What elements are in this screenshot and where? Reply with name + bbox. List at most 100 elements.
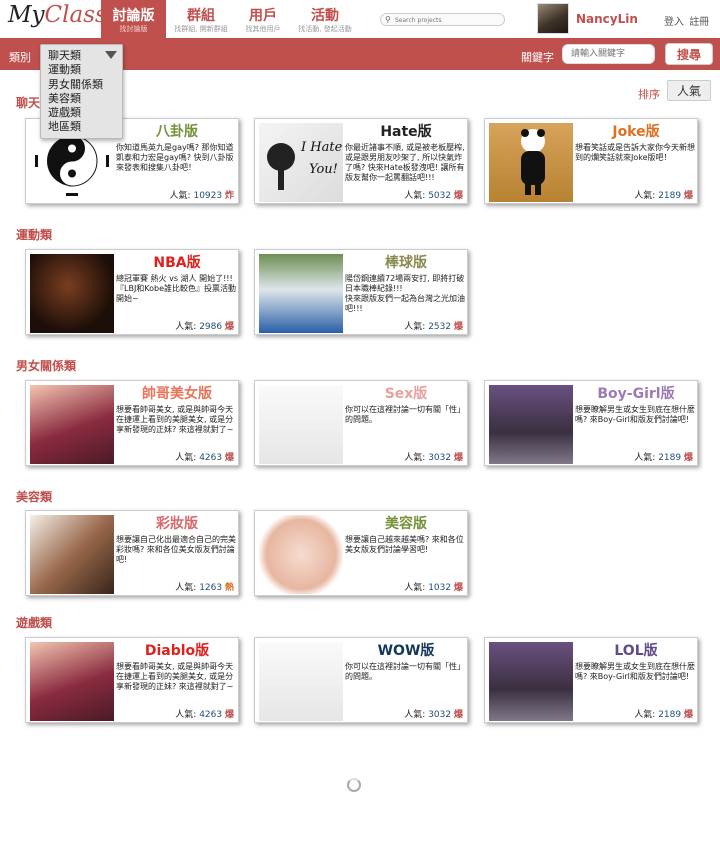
logo[interactable]: MyClass <box>8 2 107 28</box>
register-link[interactable]: 註冊 <box>689 17 709 28</box>
hot-badge: 熱 <box>224 583 234 593</box>
board-description: 總冠軍賽 熱火 vs 湖人 開始了!!! 『LBJ和Kobe誰比較色』投票活動開… <box>116 274 237 303</box>
basketball-player-image[interactable] <box>30 254 114 333</box>
panda-image[interactable] <box>489 123 573 202</box>
nav-tab-sub: 找討論版 <box>119 25 148 33</box>
nav-tab-boards[interactable]: 討論版 找討論版 <box>101 0 166 38</box>
board-description: 你知道馬英九是gay嗎? 那你知道凱泰和力宏是gay嗎? 快到八卦版來發表和搜集… <box>116 143 234 172</box>
search-button[interactable]: 搜尋 <box>665 43 713 65</box>
board-card[interactable]: NBA版 總冠軍賽 熱火 vs 湖人 開始了!!! 『LBJ和Kobe誰比較色』投… <box>25 249 239 335</box>
board-description: 想要看帥哥美女, 或是與帥哥今天在捷運上看到的美腿美女, 或是分享新發現的正妹?… <box>116 662 234 691</box>
board-description: 想要瞭解男生或女生到底在想什麼嗎? 來Boy-Girl和版友們討論吧! <box>575 405 695 424</box>
board-title[interactable]: 彩妝版 <box>118 513 236 533</box>
auth-links: 登入 註冊 <box>664 13 711 28</box>
nav-tab-events[interactable]: 活動 找活動, 發起活動 <box>292 0 358 38</box>
board-card[interactable]: 彩妝版 想要讓自己化出最適合自己的完美彩妝嗎? 來和各位美女版友們討論吧! 人氣: … <box>25 510 239 596</box>
board-title[interactable]: Sex版 <box>347 383 465 403</box>
baseball-player-image[interactable] <box>259 254 343 333</box>
popularity: 人氣: 10923 炸 <box>170 188 234 201</box>
category-option[interactable]: 美容類 <box>48 92 122 106</box>
category-dropdown[interactable]: 聊天類 運動類 男女關係類 美容類 遊戲類 地區類 <box>40 44 123 139</box>
board-title[interactable]: Boy-Girl版 <box>577 383 695 403</box>
hot-badge: 爆 <box>683 453 693 463</box>
search-input[interactable] <box>395 15 500 25</box>
keyword-input[interactable] <box>562 44 655 64</box>
popularity: 人氣: 2189 爆 <box>634 707 693 720</box>
popularity-label: 人氣: <box>404 322 426 332</box>
popularity-count: 3032 <box>428 453 452 463</box>
board-card[interactable]: LOL版 想要瞭解男生或女生到底在想什麼嗎? 來Boy-Girl和版友們討論吧! 人… <box>484 637 698 723</box>
section-heading: 運動類 <box>16 228 53 242</box>
i-hate-you-image[interactable]: I Hate You! <box>259 123 343 202</box>
popularity-count: 3032 <box>428 710 452 720</box>
popularity-label: 人氣: <box>175 583 197 593</box>
board-title[interactable]: WOW版 <box>347 640 465 660</box>
holding-hands-image[interactable] <box>489 642 573 721</box>
board-card[interactable]: Boy-Girl版 想要瞭解男生或女生到底在想什麼嗎? 來Boy-Girl和版友們… <box>484 380 698 466</box>
sort-label: 排序 <box>638 88 660 101</box>
svg-text:I Hate: I Hate <box>300 140 343 155</box>
board-title[interactable]: 棒球版 <box>347 252 465 272</box>
chevron-down-icon[interactable] <box>105 51 117 59</box>
popularity-label: 人氣: <box>404 583 426 593</box>
popularity: 人氣: 5032 爆 <box>404 188 463 201</box>
nav-tab-label: 討論版 <box>112 8 155 24</box>
couple-sketch-image[interactable] <box>259 385 343 464</box>
top-bar: MyClass 討論版 找討論版 群組 找群組, 開新群組 用戶 找其他用戶 活… <box>0 0 720 38</box>
board-title[interactable]: 八卦版 <box>118 121 236 141</box>
sort-button[interactable]: 人氣 <box>667 80 711 101</box>
username[interactable]: NancyLin <box>576 12 638 26</box>
nav-tab-sub: 找其他用戶 <box>245 25 281 33</box>
nav-tab-groups[interactable]: 群組 找群組, 開新群組 <box>168 0 234 38</box>
board-card[interactable]: 帥哥美女版 想要看帥哥美女, 或是與帥哥今天在捷運上看到的美腿美女, 或是分享新發… <box>25 380 239 466</box>
beauty-face-image[interactable] <box>259 515 343 594</box>
popularity-label: 人氣: <box>404 453 426 463</box>
board-title[interactable]: Hate版 <box>347 121 465 141</box>
popularity-label: 人氣: <box>404 191 426 201</box>
girl-portrait-image[interactable] <box>30 385 114 464</box>
board-card[interactable]: Sex版 你可以在這裡討論一切有關「性」的問題。 人氣: 3032 爆 <box>254 380 468 466</box>
board-card[interactable]: 棒球版 陽岱鋼連續72場兩安打, 即將打破日本職棒紀錄!!! 快來跟版友們一起為台… <box>254 249 468 335</box>
couple-sketch-image[interactable] <box>259 642 343 721</box>
board-title[interactable]: 美容版 <box>347 513 465 533</box>
girl-portrait-image[interactable] <box>30 642 114 721</box>
hot-badge: 爆 <box>683 191 693 201</box>
popularity: 人氣: 2189 爆 <box>634 188 693 201</box>
category-option[interactable]: 男女關係類 <box>48 78 122 92</box>
category-option[interactable]: 運動類 <box>48 63 122 77</box>
nav-tab-sub: 找活動, 發起活動 <box>298 25 352 33</box>
project-search[interactable]: ⚲ <box>380 13 505 26</box>
nav-tab-users[interactable]: 用戶 找其他用戶 <box>239 0 287 38</box>
board-card[interactable]: WOW版 你可以在這裡討論一切有關「性」的問題。 人氣: 3032 爆 <box>254 637 468 723</box>
category-label: 類別 <box>9 51 31 64</box>
board-title[interactable]: Diablo版 <box>118 640 236 660</box>
board-title[interactable]: Joke版 <box>577 121 695 141</box>
category-option[interactable]: 地區類 <box>48 120 122 134</box>
board-description: 想要讓自己越來越美嗎? 來和各位美女版友們討論學習吧! <box>345 535 464 554</box>
category-option[interactable]: 遊戲類 <box>48 106 122 120</box>
svg-text:You!: You! <box>309 162 338 177</box>
popularity-count: 1032 <box>428 583 452 593</box>
popularity: 人氣: 1032 爆 <box>404 580 463 593</box>
board-title[interactable]: LOL版 <box>577 640 695 660</box>
popularity-count: 2189 <box>658 191 682 201</box>
hot-badge: 爆 <box>453 583 463 593</box>
popularity-count: 2532 <box>428 322 452 332</box>
board-card[interactable]: 美容版想要讓自己越來越美嗎? 來和各位美女版友們討論學習吧! 人氣: 1032 爆 <box>254 510 468 596</box>
board-card[interactable]: I Hate You! Hate版 你最近諸事不順, 或是被老板壓榨, 或是跟男朋友吵… <box>254 118 468 204</box>
makeup-image[interactable] <box>30 515 114 594</box>
section-heading: 遊戲類 <box>16 616 53 630</box>
board-card[interactable]: Diablo版 想要看帥哥美女, 或是與帥哥今天在捷運上看到的美腿美女, 或是分享… <box>25 637 239 723</box>
holding-hands-image[interactable] <box>489 385 573 464</box>
section-heading: 美容類 <box>16 490 53 504</box>
nav-tab-label: 群組 <box>187 8 215 24</box>
popularity-count: 2189 <box>658 453 682 463</box>
avatar[interactable] <box>537 3 569 34</box>
board-title[interactable]: NBA版 <box>118 252 236 272</box>
board-card[interactable]: Joke版 想看笑話或是告訴大家你今天新想到的爛笑話就來Joke版吧！ 人氣: 21… <box>484 118 698 204</box>
popularity-label: 人氣: <box>169 191 191 201</box>
board-title[interactable]: 帥哥美女版 <box>118 383 236 403</box>
login-link[interactable]: 登入 <box>664 17 684 28</box>
popularity-label: 人氣: <box>175 322 197 332</box>
board-description: 想要看帥哥美女, 或是與帥哥今天在捷運上看到的美腿美女, 或是分享新發現的正妹?… <box>116 405 234 434</box>
